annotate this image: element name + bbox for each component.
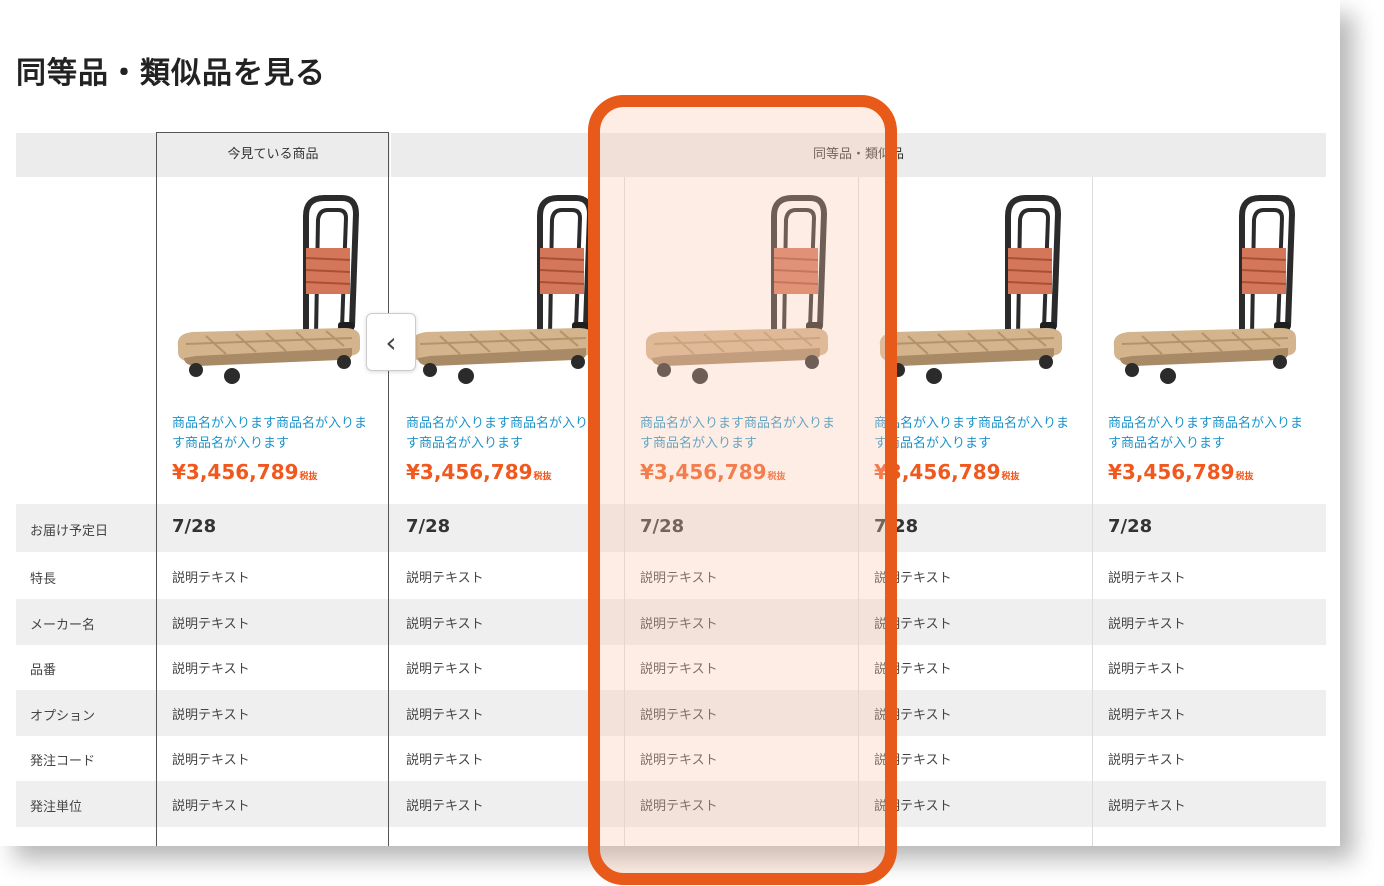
delivery-date: 7/28 xyxy=(406,516,451,537)
detail-cell: 説明テキスト xyxy=(172,617,250,632)
detail-cell: 説明テキスト xyxy=(406,617,484,632)
platform-cart-icon[interactable] xyxy=(1102,186,1302,386)
group-header-blank xyxy=(16,133,156,177)
detail-cell: 説明テキスト xyxy=(640,799,718,814)
detail-cell: 説明テキスト xyxy=(406,753,484,768)
detail-cell: 説明テキスト xyxy=(406,662,484,677)
detail-cell: 説明テキスト xyxy=(874,571,952,586)
row-label-order-code: 発注コード xyxy=(30,754,96,769)
product-name-link[interactable]: 商品名が入ります商品名が入ります商品名が入ります xyxy=(1108,414,1313,454)
detail-cell: 説明テキスト xyxy=(1108,753,1186,768)
detail-cell: 説明テキスト xyxy=(1108,571,1186,586)
tax-label: 税抜 xyxy=(1235,472,1254,482)
platform-cart-icon[interactable] xyxy=(400,186,600,386)
row-label-part-number: 品番 xyxy=(30,663,57,678)
delivery-date: 7/28 xyxy=(874,516,919,537)
row-label-features: 特長 xyxy=(30,572,57,587)
detail-cell: 説明テキスト xyxy=(874,662,952,677)
tax-label: 税抜 xyxy=(533,472,552,482)
product-price: ¥3,456,789税抜 xyxy=(406,460,552,484)
platform-cart-icon[interactable] xyxy=(166,186,366,386)
row-label-delivery-date: お届け予定日 xyxy=(30,524,109,539)
product-name-link[interactable]: 商品名が入ります商品名が入ります商品名が入ります xyxy=(172,414,377,454)
column-divider xyxy=(624,177,625,846)
row-label-option: オプション xyxy=(30,709,96,724)
detail-cell: 説明テキスト xyxy=(874,617,952,632)
delivery-date: 7/28 xyxy=(172,516,217,537)
detail-cell: 説明テキスト xyxy=(874,753,952,768)
detail-cell: 説明テキスト xyxy=(640,571,718,586)
row-label-order-unit: 発注単位 xyxy=(30,800,83,815)
detail-cell: 説明テキスト xyxy=(172,799,250,814)
detail-cell: 説明テキスト xyxy=(640,662,718,677)
detail-cell: 説明テキスト xyxy=(1108,662,1186,677)
detail-cell: 説明テキスト xyxy=(406,799,484,814)
column-divider xyxy=(858,177,859,846)
detail-cell: 説明テキスト xyxy=(406,571,484,586)
tax-label: 税抜 xyxy=(299,472,318,482)
platform-cart-icon[interactable] xyxy=(868,186,1068,386)
platform-cart-icon[interactable] xyxy=(634,186,834,386)
product-name-link[interactable]: 商品名が入ります商品名が入ります商品名が入ります xyxy=(640,414,845,454)
delivery-date: 7/28 xyxy=(640,516,685,537)
detail-cell: 説明テキスト xyxy=(1108,708,1186,723)
detail-cell: 説明テキスト xyxy=(1108,617,1186,632)
detail-cell: 説明テキスト xyxy=(172,571,250,586)
product-name-link[interactable]: 商品名が入ります商品名が入ります商品名が入ります xyxy=(874,414,1079,454)
product-price: ¥3,456,789税抜 xyxy=(1108,460,1254,484)
tax-label: 税抜 xyxy=(1001,472,1020,482)
page-title: 同等品・類似品を見る xyxy=(16,56,326,91)
detail-cell: 説明テキスト xyxy=(406,708,484,723)
detail-cell: 説明テキスト xyxy=(172,662,250,677)
price-value: ¥3,456,789 xyxy=(640,460,767,484)
similar-products-section: 同等品・類似品を見る 今見ている商品 同等品・類似品 お届け予定日 特長 メーカ… xyxy=(0,0,1340,846)
product-price: ¥3,456,789税抜 xyxy=(172,460,318,484)
price-value: ¥3,456,789 xyxy=(172,460,299,484)
detail-cell: 説明テキスト xyxy=(874,708,952,723)
price-value: ¥3,456,789 xyxy=(874,460,1001,484)
delivery-date: 7/28 xyxy=(1108,516,1153,537)
product-name-link[interactable]: 商品名が入ります商品名が入ります商品名が入ります xyxy=(406,414,611,454)
detail-cell: 説明テキスト xyxy=(1108,799,1186,814)
similar-group-label: 同等品・類似品 xyxy=(812,147,904,162)
tax-label: 税抜 xyxy=(767,472,786,482)
detail-cell: 説明テキスト xyxy=(640,753,718,768)
detail-cell: 説明テキスト xyxy=(640,708,718,723)
detail-cell: 説明テキスト xyxy=(640,617,718,632)
product-price: ¥3,456,789税抜 xyxy=(640,460,786,484)
current-group-label: 今見ている商品 xyxy=(227,147,319,162)
product-price: ¥3,456,789税抜 xyxy=(874,460,1020,484)
column-divider xyxy=(1092,177,1093,846)
price-value: ¥3,456,789 xyxy=(406,460,533,484)
row-label-maker: メーカー名 xyxy=(30,618,96,633)
detail-cell: 説明テキスト xyxy=(874,799,952,814)
detail-cell: 説明テキスト xyxy=(172,708,250,723)
price-value: ¥3,456,789 xyxy=(1108,460,1235,484)
prev-arrow-button[interactable]: ‹ xyxy=(366,313,416,371)
detail-cell: 説明テキスト xyxy=(172,753,250,768)
chevron-left-icon: ‹ xyxy=(385,325,397,359)
